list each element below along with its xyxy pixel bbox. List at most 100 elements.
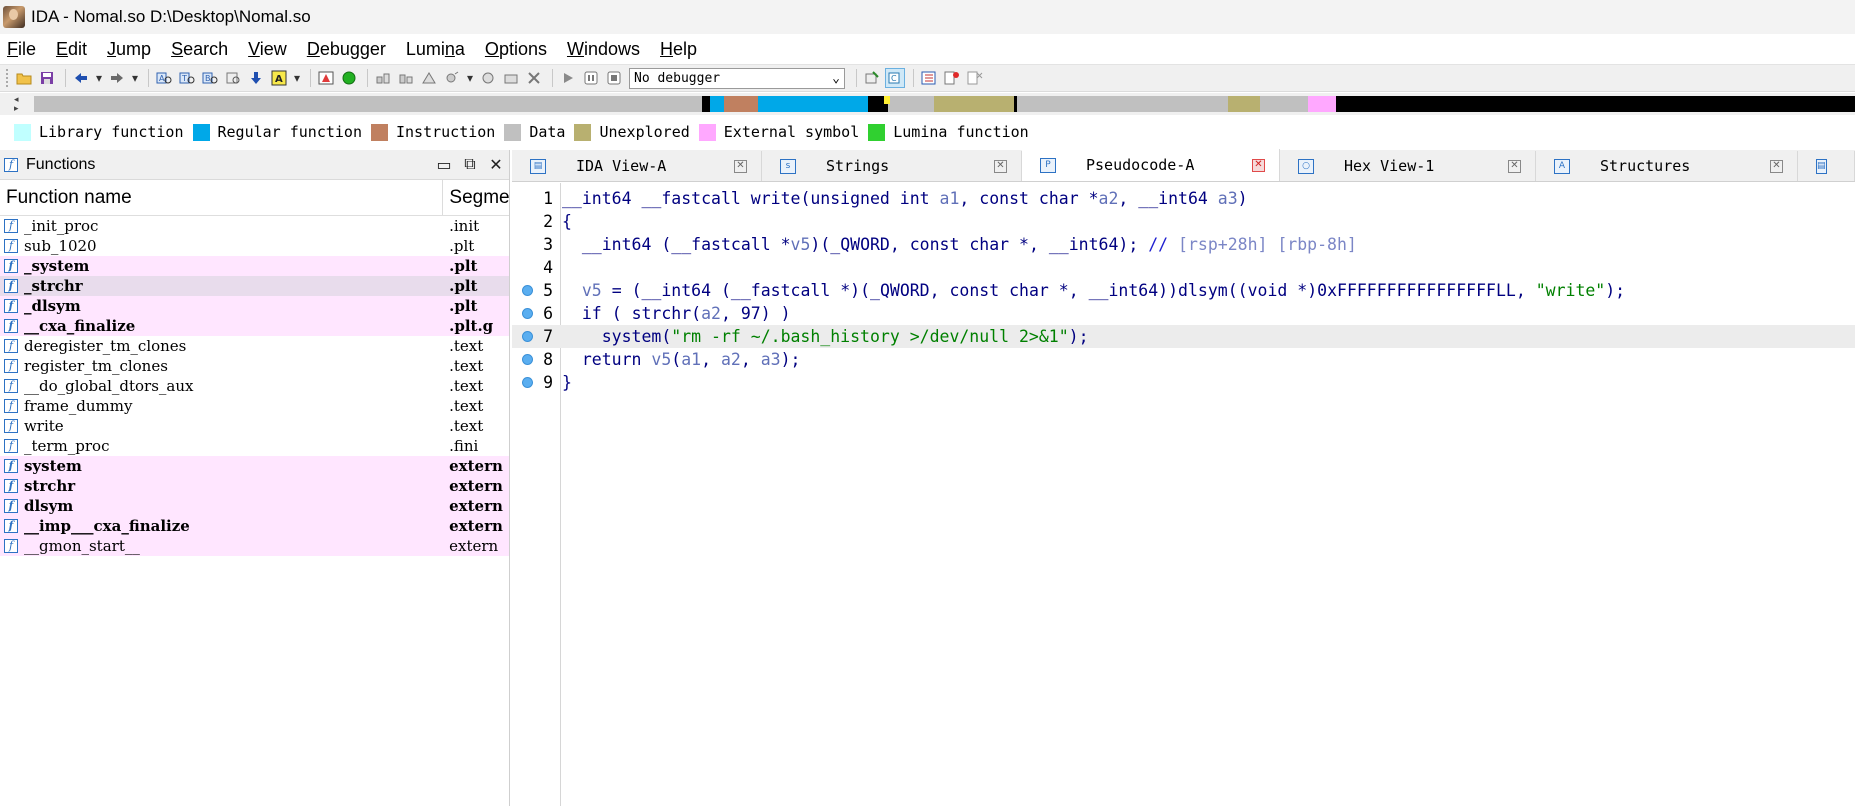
function-segment: .init <box>449 217 480 235</box>
breakpoint-add-icon[interactable] <box>942 68 962 88</box>
function-row[interactable]: f frame_dummy .text <box>0 396 509 416</box>
graph-5-icon[interactable] <box>501 68 521 88</box>
tab-strings[interactable]: s Strings ✕ <box>762 151 1022 181</box>
toolbar-separator <box>856 69 857 87</box>
tab-close-icon[interactable]: ✕ <box>1252 158 1265 172</box>
tab-close-icon[interactable]: ✕ <box>1508 159 1521 173</box>
save-icon[interactable] <box>37 68 57 88</box>
close-icon[interactable]: ✕ <box>483 155 509 175</box>
function-row[interactable]: f _init_proc .init <box>0 216 509 236</box>
function-row[interactable]: f _strchr .plt <box>0 276 509 296</box>
column-segment[interactable]: Segme <box>443 187 509 209</box>
navigation-band[interactable]: ◂ ▸ <box>0 93 1855 115</box>
menu-debugger[interactable]: Debugger <box>304 39 389 60</box>
function-icon: f <box>4 439 18 453</box>
nav-segment <box>934 96 952 112</box>
maximize-icon[interactable]: ▭ <box>431 155 457 175</box>
tab-pseudocode-a[interactable]: P Pseudocode-A ✕ <box>1022 149 1280 181</box>
function-row[interactable]: f dlsym extern <box>0 496 509 516</box>
menu-lumina[interactable]: Lumina <box>403 39 468 60</box>
menu-file[interactable]: File <box>4 39 39 60</box>
search-next-icon[interactable] <box>223 68 243 88</box>
view-tabs: ▤ IDA View-A ✕ s Strings ✕ P Pseudocode-A ✕ ○ Hex … <box>512 149 1855 182</box>
text-color-icon[interactable]: A <box>269 68 289 88</box>
menu-edit[interactable]: Edit <box>53 39 90 60</box>
graph-4-icon[interactable] <box>478 68 498 88</box>
toolbar-separator <box>65 69 66 87</box>
search-binary-icon[interactable]: A <box>154 68 174 88</box>
function-row[interactable]: f __gmon_start__ extern <box>0 536 509 556</box>
tab-structures[interactable]: A Structures ✕ <box>1536 151 1798 181</box>
code-line[interactable]: 2{ <box>512 210 1855 233</box>
pseudocode-view[interactable]: 1 __int64 __fastcall write(unsigned int a… <box>512 183 1855 806</box>
forward-arrow-icon[interactable] <box>107 68 127 88</box>
plugin-icon[interactable] <box>442 68 462 88</box>
tab-close-icon[interactable]: ✕ <box>734 159 747 173</box>
nav-scroll-arrows-icon[interactable]: ◂ ▸ <box>14 95 19 113</box>
code-line[interactable]: 3 __int64 (__fastcall *v5)(_QWORD, const… <box>512 233 1855 256</box>
function-row[interactable]: f __imp___cxa_finalize extern <box>0 516 509 536</box>
nav-strip[interactable] <box>34 96 1855 112</box>
close-x-icon[interactable] <box>524 68 544 88</box>
menu-jump[interactable]: Jump <box>104 39 154 60</box>
tab-overflow[interactable]: ▤ <box>1798 151 1855 181</box>
function-row[interactable]: f strchr extern <box>0 476 509 496</box>
function-row[interactable]: f register_tm_clones .text <box>0 356 509 376</box>
code-line[interactable]: 4 <box>512 256 1855 279</box>
svg-text:A: A <box>159 74 165 83</box>
breakpoint-remove-icon[interactable] <box>965 68 985 88</box>
debug-step-icon[interactable]: C <box>885 68 905 88</box>
code-text: { <box>562 212 572 231</box>
graph-2-icon[interactable] <box>396 68 416 88</box>
tab-close-icon[interactable]: ✕ <box>1770 159 1783 173</box>
float-window-icon[interactable]: ⧉ <box>457 156 483 174</box>
list-window-icon[interactable] <box>919 68 939 88</box>
analysis-icon[interactable] <box>316 68 336 88</box>
jump-down-icon[interactable] <box>246 68 266 88</box>
graph-1-icon[interactable] <box>373 68 393 88</box>
back-arrow-icon[interactable] <box>71 68 91 88</box>
code-line[interactable]: 9} <box>512 371 1855 394</box>
function-row[interactable]: f _system .plt <box>0 256 509 276</box>
code-line[interactable]: 8 return v5(a1, a2, a3); <box>512 348 1855 371</box>
function-row[interactable]: f write .text <box>0 416 509 436</box>
code-line[interactable]: 7 system("rm -rf ~/.bash_history >/dev/n… <box>512 325 1855 348</box>
pause-icon[interactable] <box>581 68 601 88</box>
search-text-icon[interactable]: T <box>177 68 197 88</box>
menu-options[interactable]: Options <box>482 39 550 60</box>
legend-label: Unexplored <box>599 123 690 141</box>
legend-item: Data <box>504 123 565 141</box>
function-row[interactable]: f _term_proc .fini <box>0 436 509 456</box>
run-icon[interactable] <box>558 68 578 88</box>
function-row[interactable]: f __cxa_finalize .plt.g <box>0 316 509 336</box>
debug-attach-icon[interactable] <box>862 68 882 88</box>
open-file-icon[interactable] <box>14 68 34 88</box>
graph-3-icon[interactable] <box>419 68 439 88</box>
column-function-name[interactable]: Function name <box>0 180 444 215</box>
nav-cursor-indicator <box>884 96 890 104</box>
menu-search[interactable]: Search <box>168 39 231 60</box>
function-row[interactable]: f system extern <box>0 456 509 476</box>
function-row[interactable]: f sub_1020 .plt <box>0 236 509 256</box>
color-dropdown-icon[interactable]: ▾ <box>292 68 302 88</box>
function-segment: extern <box>449 457 503 475</box>
search-immediate-icon[interactable]: B <box>200 68 220 88</box>
plugin-dropdown-icon[interactable]: ▾ <box>465 68 475 88</box>
tab-ida-view-a[interactable]: ▤ IDA View-A ✕ <box>512 151 762 181</box>
stop-icon[interactable] <box>604 68 624 88</box>
function-row[interactable]: f _dlsym .plt <box>0 296 509 316</box>
back-dropdown-icon[interactable]: ▾ <box>94 68 104 88</box>
debugger-select[interactable]: No debugger ⌄ <box>629 67 845 89</box>
menu-windows[interactable]: Windows <box>564 39 643 60</box>
tab-hex-view-1[interactable]: ○ Hex View-1 ✕ <box>1280 151 1536 181</box>
tab-close-icon[interactable]: ✕ <box>994 159 1007 173</box>
function-row[interactable]: f __do_global_dtors_aux .text <box>0 376 509 396</box>
code-line[interactable]: 1 __int64 __fastcall write(unsigned int a… <box>512 187 1855 210</box>
code-line[interactable]: 6 if ( strchr(a2, 97) ) <box>512 302 1855 325</box>
menu-help[interactable]: Help <box>657 39 700 60</box>
function-row[interactable]: f deregister_tm_clones .text <box>0 336 509 356</box>
menu-view[interactable]: View <box>245 39 290 60</box>
legend-item: Instruction <box>371 123 495 141</box>
code-line[interactable]: 5 v5 = (__int64 (__fastcall *)(_QWORD, c… <box>512 279 1855 302</box>
forward-dropdown-icon[interactable]: ▾ <box>130 68 140 88</box>
